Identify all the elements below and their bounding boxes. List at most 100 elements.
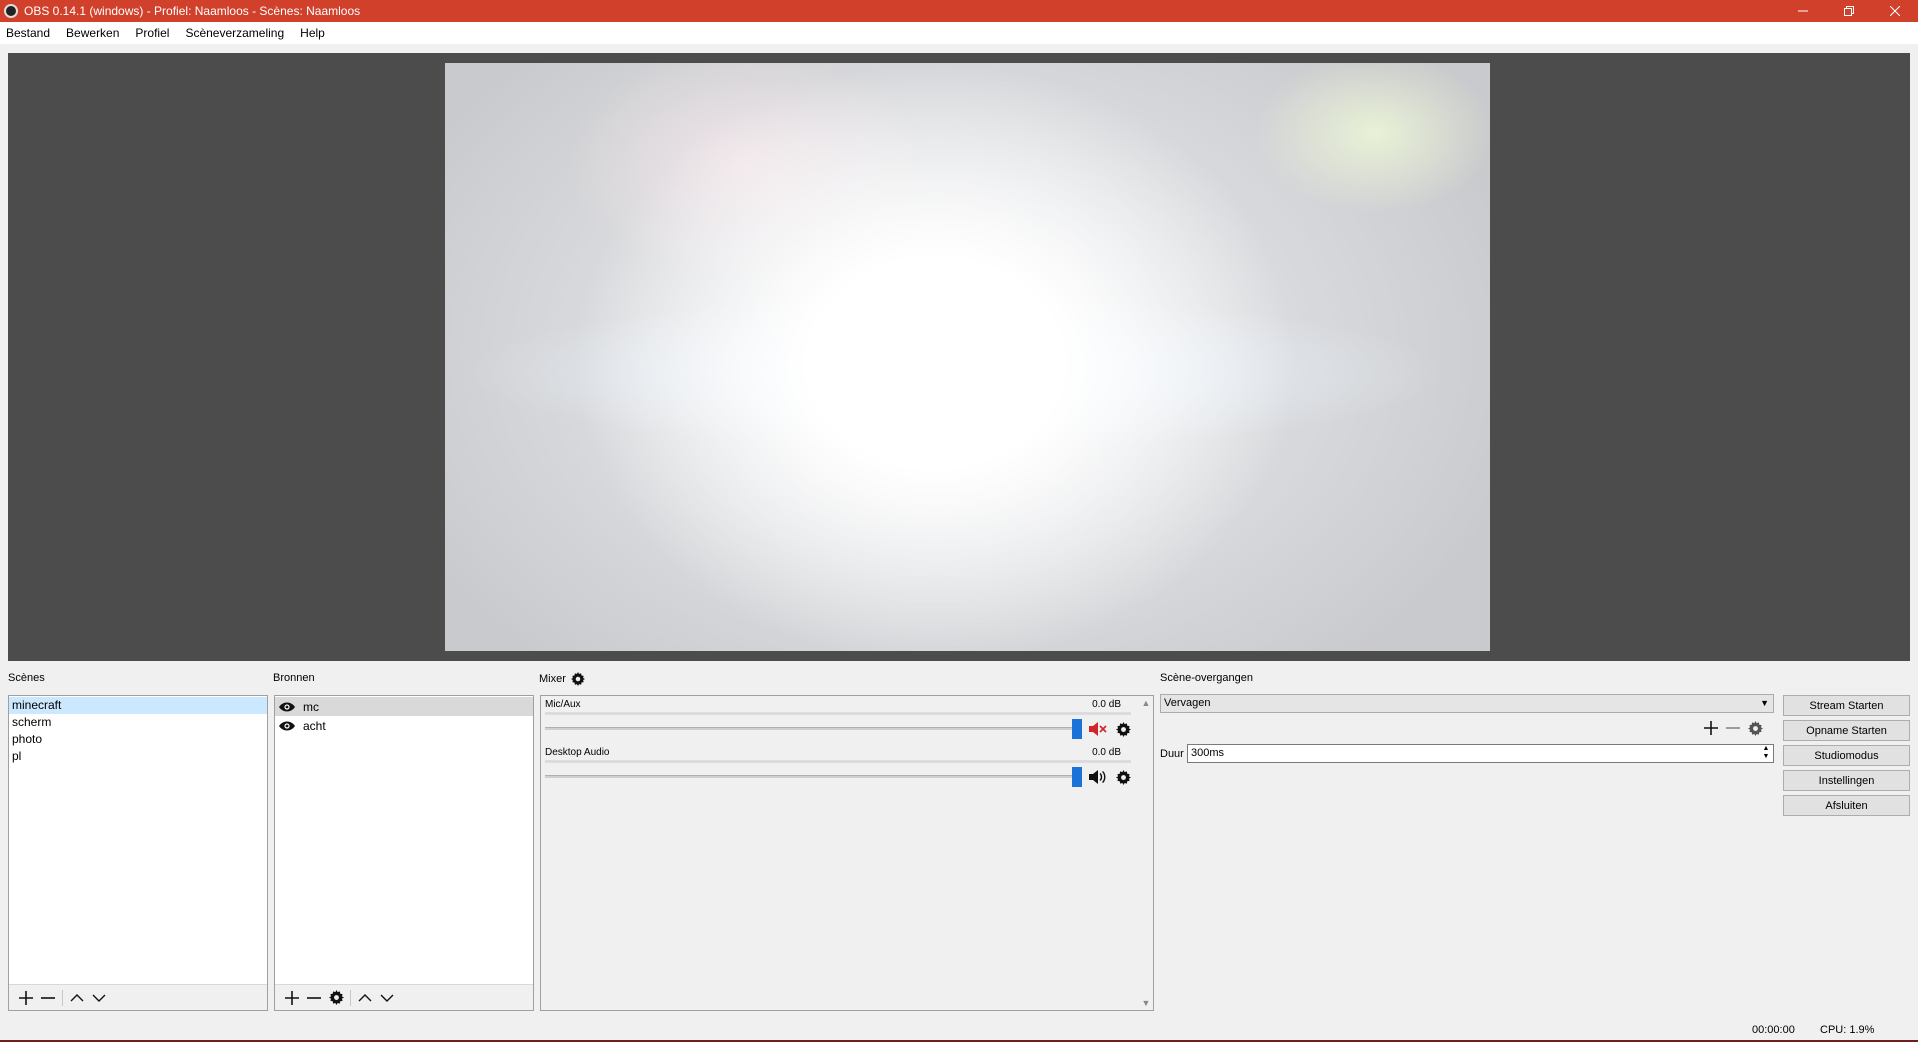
gear-icon bbox=[1115, 769, 1131, 785]
mixer-label: Mixer bbox=[539, 673, 566, 685]
volume-slider[interactable] bbox=[545, 727, 1075, 730]
window-controls bbox=[1780, 0, 1918, 22]
add-transition-button[interactable] bbox=[1700, 718, 1722, 738]
menu-bewerken[interactable]: Bewerken bbox=[66, 26, 119, 40]
scene-item[interactable]: pl bbox=[9, 748, 267, 765]
mute-toggle[interactable] bbox=[1088, 767, 1108, 787]
add-source-button[interactable] bbox=[281, 988, 303, 1008]
menu-sceneverzameling[interactable]: Scèneverzameling bbox=[185, 26, 284, 40]
plus-icon bbox=[19, 990, 33, 1005]
mixer-scrollbar[interactable]: ▲ ▼ bbox=[1139, 696, 1153, 1010]
menu-bestand[interactable]: Bestand bbox=[6, 26, 50, 40]
restore-icon bbox=[1844, 6, 1854, 16]
move-scene-down-button[interactable] bbox=[88, 988, 110, 1008]
remove-scene-button[interactable] bbox=[37, 988, 59, 1008]
mixer-track-desktop: Desktop Audio 0.0 dB bbox=[545, 747, 1135, 795]
scroll-down-icon[interactable]: ▼ bbox=[1139, 996, 1153, 1010]
track-volume-db: 0.0 dB bbox=[1092, 747, 1121, 758]
source-item[interactable]: mc bbox=[275, 697, 533, 716]
chevron-down-icon bbox=[92, 994, 106, 1002]
sources-label: Bronnen bbox=[273, 672, 315, 684]
visibility-eye-icon[interactable] bbox=[279, 702, 295, 712]
toolbar-divider bbox=[62, 989, 63, 1006]
sources-list: mc acht bbox=[275, 696, 533, 735]
sources-panel: mc acht bbox=[274, 695, 534, 1011]
preview-area[interactable] bbox=[8, 53, 1910, 661]
gear-icon[interactable] bbox=[570, 672, 585, 686]
dropdown-arrow-icon: ▼ bbox=[1760, 698, 1769, 708]
stream-start-button[interactable]: Stream Starten bbox=[1783, 695, 1910, 716]
mixer-label-wrap: Mixer bbox=[539, 672, 585, 686]
toolbar-divider bbox=[350, 989, 351, 1006]
add-scene-button[interactable] bbox=[15, 988, 37, 1008]
exit-button[interactable]: Afsluiten bbox=[1783, 795, 1910, 816]
mixer-panel: Mic/Aux 0.0 dB Desktop Audio 0.0 dB ▲ ▼ bbox=[540, 695, 1154, 1011]
menu-profiel[interactable]: Profiel bbox=[135, 26, 169, 40]
speaker-muted-icon bbox=[1089, 722, 1107, 736]
move-source-up-button[interactable] bbox=[354, 988, 376, 1008]
close-button[interactable] bbox=[1872, 0, 1918, 22]
source-item[interactable]: acht bbox=[275, 716, 533, 735]
volume-slider-handle[interactable] bbox=[1072, 767, 1082, 787]
mute-toggle[interactable] bbox=[1088, 719, 1108, 739]
minus-icon bbox=[1726, 727, 1740, 729]
record-start-button[interactable]: Opname Starten bbox=[1783, 720, 1910, 741]
spin-arrows-icon[interactable]: ▲ ▼ bbox=[1760, 745, 1772, 762]
source-name: acht bbox=[303, 718, 326, 733]
obs-logo-icon bbox=[4, 4, 18, 18]
duration-label: Duur bbox=[1160, 748, 1184, 760]
plus-icon bbox=[1704, 721, 1718, 735]
track-settings-button[interactable] bbox=[1113, 719, 1133, 739]
sources-toolbar bbox=[275, 984, 533, 1010]
gear-icon bbox=[328, 990, 344, 1005]
title-bar: OBS 0.14.1 (windows) - Profiel: Naamloos… bbox=[0, 0, 1918, 22]
remove-transition-button[interactable] bbox=[1722, 718, 1744, 738]
gear-icon bbox=[1747, 720, 1763, 736]
track-name: Desktop Audio bbox=[545, 747, 610, 758]
minus-icon bbox=[41, 996, 55, 999]
restore-button[interactable] bbox=[1826, 0, 1872, 22]
track-volume-db: 0.0 dB bbox=[1092, 699, 1121, 710]
minus-icon bbox=[307, 996, 321, 999]
visibility-eye-icon[interactable] bbox=[279, 721, 295, 731]
window-title: OBS 0.14.1 (windows) - Profiel: Naamloos… bbox=[24, 4, 361, 18]
scene-item[interactable]: scherm bbox=[9, 714, 267, 731]
source-name: mc bbox=[303, 699, 319, 714]
scene-item[interactable]: photo bbox=[9, 731, 267, 748]
transition-selected: Vervagen bbox=[1164, 697, 1211, 709]
preview-canvas[interactable] bbox=[445, 63, 1490, 651]
close-icon bbox=[1890, 6, 1900, 16]
audio-meter bbox=[545, 712, 1131, 715]
minimize-button[interactable] bbox=[1780, 0, 1826, 22]
session-time: 00:00:00 bbox=[1752, 1024, 1795, 1036]
scene-item[interactable]: minecraft bbox=[9, 697, 267, 714]
plus-icon bbox=[285, 990, 299, 1005]
transition-select[interactable]: Vervagen ▼ bbox=[1160, 694, 1774, 713]
scenes-list: minecraft scherm photo pl bbox=[9, 696, 267, 765]
track-settings-button[interactable] bbox=[1113, 767, 1133, 787]
audio-meter bbox=[545, 760, 1131, 763]
settings-button[interactable]: Instellingen bbox=[1783, 770, 1910, 791]
duration-spinbox[interactable]: 300ms ▲ ▼ bbox=[1187, 744, 1774, 763]
gear-icon bbox=[1115, 721, 1131, 737]
transition-toolbar bbox=[1700, 718, 1766, 738]
status-bar: 00:00:00 CPU: 1.9% bbox=[0, 1020, 1918, 1040]
studio-mode-button[interactable]: Studiomodus bbox=[1783, 745, 1910, 766]
chevron-up-icon bbox=[358, 993, 372, 1001]
remove-source-button[interactable] bbox=[303, 988, 325, 1008]
transition-properties-button[interactable] bbox=[1744, 718, 1766, 738]
move-source-down-button[interactable] bbox=[376, 988, 398, 1008]
scenes-toolbar bbox=[9, 984, 267, 1010]
volume-slider-handle[interactable] bbox=[1072, 719, 1082, 739]
menu-help[interactable]: Help bbox=[300, 26, 325, 40]
scroll-up-icon[interactable]: ▲ bbox=[1139, 696, 1153, 710]
move-scene-up-button[interactable] bbox=[66, 988, 88, 1008]
menu-bar: Bestand Bewerken Profiel Scèneverzamelin… bbox=[0, 22, 1918, 44]
track-name: Mic/Aux bbox=[545, 699, 581, 710]
chevron-up-icon bbox=[70, 993, 84, 1001]
chevron-down-icon bbox=[380, 994, 394, 1002]
scenes-panel: minecraft scherm photo pl bbox=[8, 695, 268, 1011]
volume-slider[interactable] bbox=[545, 775, 1075, 778]
minimize-icon bbox=[1798, 10, 1808, 12]
source-properties-button[interactable] bbox=[325, 988, 347, 1008]
